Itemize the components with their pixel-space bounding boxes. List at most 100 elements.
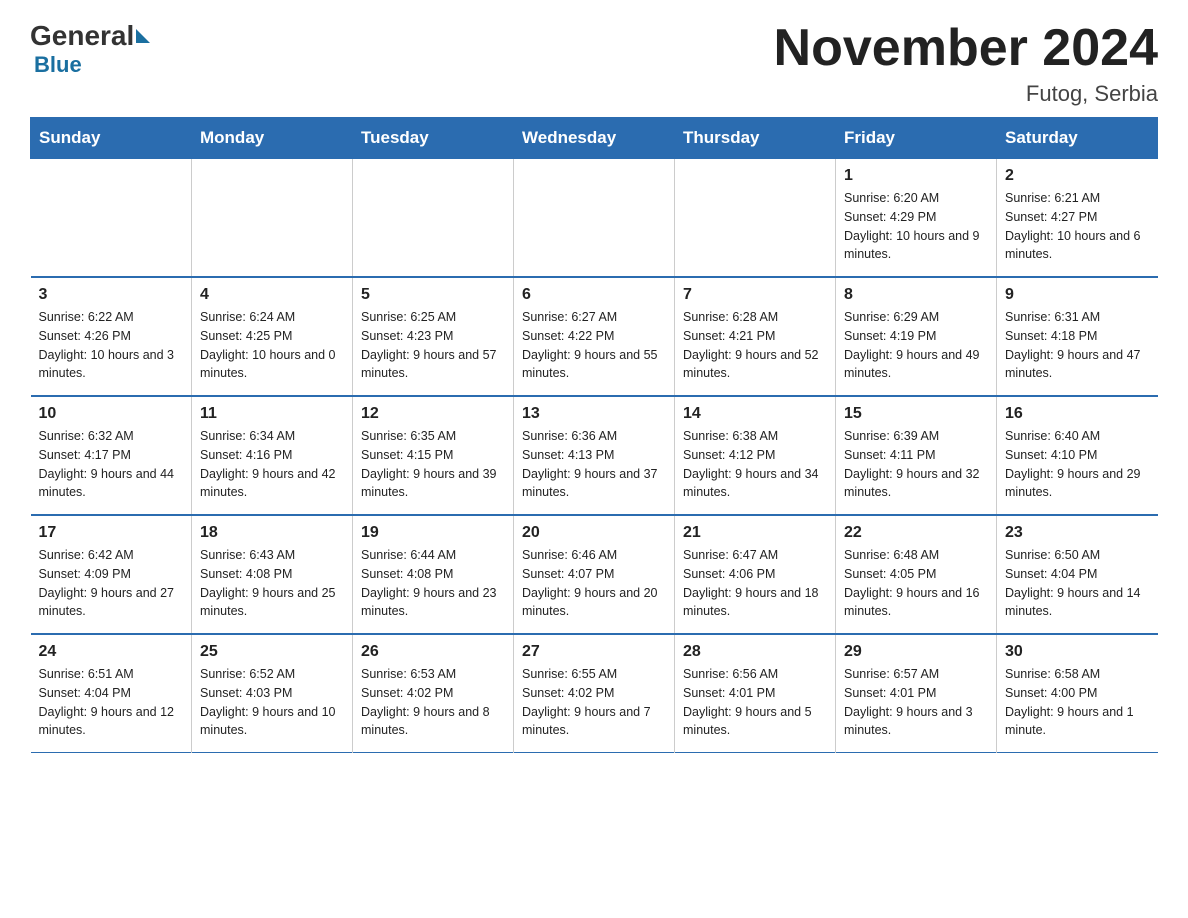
day-info: Sunrise: 6:40 AMSunset: 4:10 PMDaylight:… xyxy=(1005,427,1150,502)
calendar-cell: 7 Sunrise: 6:28 AMSunset: 4:21 PMDaylight… xyxy=(675,277,836,396)
logo-general-text: General xyxy=(30,20,134,52)
day-info: Sunrise: 6:27 AMSunset: 4:22 PMDaylight:… xyxy=(522,308,666,383)
month-title: November 2024 xyxy=(774,20,1158,77)
day-info: Sunrise: 6:22 AMSunset: 4:26 PMDaylight:… xyxy=(39,308,184,383)
day-number: 17 xyxy=(39,524,184,542)
day-number: 6 xyxy=(522,286,666,304)
day-info: Sunrise: 6:24 AMSunset: 4:25 PMDaylight:… xyxy=(200,308,344,383)
calendar-cell: 2 Sunrise: 6:21 AMSunset: 4:27 PMDaylight… xyxy=(997,159,1158,278)
day-info: Sunrise: 6:21 AMSunset: 4:27 PMDaylight:… xyxy=(1005,189,1150,264)
calendar-cell: 5Sunrise: 6:25 AMSunset: 4:23 PMDaylight… xyxy=(353,277,514,396)
calendar-cell: 29 Sunrise: 6:57 AMSunset: 4:01 PMDayligh… xyxy=(836,634,997,753)
day-info: Sunrise: 6:48 AMSunset: 4:05 PMDaylight:… xyxy=(844,546,988,621)
day-info: Sunrise: 6:53 AMSunset: 4:02 PMDaylight:… xyxy=(361,665,505,740)
calendar-cell: 8 Sunrise: 6:29 AMSunset: 4:19 PMDaylight… xyxy=(836,277,997,396)
day-number: 7 xyxy=(683,286,827,304)
day-number: 11 xyxy=(200,405,344,423)
day-info: Sunrise: 6:20 AMSunset: 4:29 PMDaylight:… xyxy=(844,189,988,264)
day-number: 3 xyxy=(39,286,184,304)
day-number: 27 xyxy=(522,643,666,661)
calendar-cell: 11Sunrise: 6:34 AMSunset: 4:16 PMDayligh… xyxy=(192,396,353,515)
calendar-cell: 9Sunrise: 6:31 AMSunset: 4:18 PMDaylight… xyxy=(997,277,1158,396)
calendar-cell: 3 Sunrise: 6:22 AMSunset: 4:26 PMDaylight… xyxy=(31,277,192,396)
header-sunday: Sunday xyxy=(31,118,192,159)
day-info: Sunrise: 6:31 AMSunset: 4:18 PMDaylight:… xyxy=(1005,308,1150,383)
day-info: Sunrise: 6:44 AMSunset: 4:08 PMDaylight:… xyxy=(361,546,505,621)
header-friday: Friday xyxy=(836,118,997,159)
calendar-cell xyxy=(192,159,353,278)
day-info: Sunrise: 6:38 AMSunset: 4:12 PMDaylight:… xyxy=(683,427,827,502)
weekday-header-row: Sunday Monday Tuesday Wednesday Thursday… xyxy=(31,118,1158,159)
calendar-week-row: 1 Sunrise: 6:20 AMSunset: 4:29 PMDaylight… xyxy=(31,159,1158,278)
day-number: 18 xyxy=(200,524,344,542)
calendar-cell: 13Sunrise: 6:36 AMSunset: 4:13 PMDayligh… xyxy=(514,396,675,515)
day-number: 22 xyxy=(844,524,988,542)
day-number: 24 xyxy=(39,643,184,661)
calendar-cell: 17 Sunrise: 6:42 AMSunset: 4:09 PMDayligh… xyxy=(31,515,192,634)
calendar-cell: 27 Sunrise: 6:55 AMSunset: 4:02 PMDayligh… xyxy=(514,634,675,753)
day-info: Sunrise: 6:47 AMSunset: 4:06 PMDaylight:… xyxy=(683,546,827,621)
calendar-cell: 1 Sunrise: 6:20 AMSunset: 4:29 PMDaylight… xyxy=(836,159,997,278)
calendar-cell: 19 Sunrise: 6:44 AMSunset: 4:08 PMDayligh… xyxy=(353,515,514,634)
day-number: 1 xyxy=(844,167,988,185)
day-info: Sunrise: 6:42 AMSunset: 4:09 PMDaylight:… xyxy=(39,546,184,621)
calendar-week-row: 17 Sunrise: 6:42 AMSunset: 4:09 PMDayligh… xyxy=(31,515,1158,634)
logo: General xyxy=(30,20,152,52)
day-number: 28 xyxy=(683,643,827,661)
calendar-week-row: 24Sunrise: 6:51 AMSunset: 4:04 PMDayligh… xyxy=(31,634,1158,753)
day-number: 12 xyxy=(361,405,505,423)
day-number: 23 xyxy=(1005,524,1150,542)
page-header: General Blue November 2024 Futog, Serbia xyxy=(30,20,1158,107)
calendar-cell: 18 Sunrise: 6:43 AMSunset: 4:08 PMDayligh… xyxy=(192,515,353,634)
header-wednesday: Wednesday xyxy=(514,118,675,159)
day-number: 29 xyxy=(844,643,988,661)
day-info: Sunrise: 6:43 AMSunset: 4:08 PMDaylight:… xyxy=(200,546,344,621)
calendar-cell: 6 Sunrise: 6:27 AMSunset: 4:22 PMDaylight… xyxy=(514,277,675,396)
day-info: Sunrise: 6:52 AMSunset: 4:03 PMDaylight:… xyxy=(200,665,344,740)
day-info: Sunrise: 6:57 AMSunset: 4:01 PMDaylight:… xyxy=(844,665,988,740)
calendar-cell: 14Sunrise: 6:38 AMSunset: 4:12 PMDayligh… xyxy=(675,396,836,515)
day-info: Sunrise: 6:56 AMSunset: 4:01 PMDaylight:… xyxy=(683,665,827,740)
calendar-cell: 30Sunrise: 6:58 AMSunset: 4:00 PMDayligh… xyxy=(997,634,1158,753)
header-tuesday: Tuesday xyxy=(353,118,514,159)
calendar-header: Sunday Monday Tuesday Wednesday Thursday… xyxy=(31,118,1158,159)
calendar-cell: 10Sunrise: 6:32 AMSunset: 4:17 PMDayligh… xyxy=(31,396,192,515)
day-number: 15 xyxy=(844,405,988,423)
day-info: Sunrise: 6:29 AMSunset: 4:19 PMDaylight:… xyxy=(844,308,988,383)
calendar-cell: 21 Sunrise: 6:47 AMSunset: 4:06 PMDayligh… xyxy=(675,515,836,634)
day-info: Sunrise: 6:55 AMSunset: 4:02 PMDaylight:… xyxy=(522,665,666,740)
calendar-cell: 23Sunrise: 6:50 AMSunset: 4:04 PMDayligh… xyxy=(997,515,1158,634)
day-number: 21 xyxy=(683,524,827,542)
day-info: Sunrise: 6:46 AMSunset: 4:07 PMDaylight:… xyxy=(522,546,666,621)
day-info: Sunrise: 6:39 AMSunset: 4:11 PMDaylight:… xyxy=(844,427,988,502)
calendar-cell xyxy=(353,159,514,278)
calendar-week-row: 10Sunrise: 6:32 AMSunset: 4:17 PMDayligh… xyxy=(31,396,1158,515)
calendar-cell: 12Sunrise: 6:35 AMSunset: 4:15 PMDayligh… xyxy=(353,396,514,515)
logo-blue-text: Blue xyxy=(34,52,82,78)
header-saturday: Saturday xyxy=(997,118,1158,159)
day-number: 5 xyxy=(361,286,505,304)
day-info: Sunrise: 6:28 AMSunset: 4:21 PMDaylight:… xyxy=(683,308,827,383)
day-info: Sunrise: 6:32 AMSunset: 4:17 PMDaylight:… xyxy=(39,427,184,502)
day-info: Sunrise: 6:58 AMSunset: 4:00 PMDaylight:… xyxy=(1005,665,1150,740)
header-monday: Monday xyxy=(192,118,353,159)
calendar-cell xyxy=(31,159,192,278)
day-number: 20 xyxy=(522,524,666,542)
day-number: 16 xyxy=(1005,405,1150,423)
calendar-week-row: 3 Sunrise: 6:22 AMSunset: 4:26 PMDaylight… xyxy=(31,277,1158,396)
day-number: 2 xyxy=(1005,167,1150,185)
calendar-cell: 25Sunrise: 6:52 AMSunset: 4:03 PMDayligh… xyxy=(192,634,353,753)
calendar-cell: 4 Sunrise: 6:24 AMSunset: 4:25 PMDaylight… xyxy=(192,277,353,396)
calendar-table: Sunday Monday Tuesday Wednesday Thursday… xyxy=(30,117,1158,753)
calendar-body: 1 Sunrise: 6:20 AMSunset: 4:29 PMDaylight… xyxy=(31,159,1158,753)
calendar-cell: 24Sunrise: 6:51 AMSunset: 4:04 PMDayligh… xyxy=(31,634,192,753)
logo-area: General Blue xyxy=(30,20,152,78)
day-number: 4 xyxy=(200,286,344,304)
calendar-cell: 15 Sunrise: 6:39 AMSunset: 4:11 PMDayligh… xyxy=(836,396,997,515)
logo-triangle-icon xyxy=(136,29,150,43)
day-number: 8 xyxy=(844,286,988,304)
header-thursday: Thursday xyxy=(675,118,836,159)
calendar-cell: 22 Sunrise: 6:48 AMSunset: 4:05 PMDayligh… xyxy=(836,515,997,634)
title-area: November 2024 Futog, Serbia xyxy=(774,20,1158,107)
day-number: 19 xyxy=(361,524,505,542)
